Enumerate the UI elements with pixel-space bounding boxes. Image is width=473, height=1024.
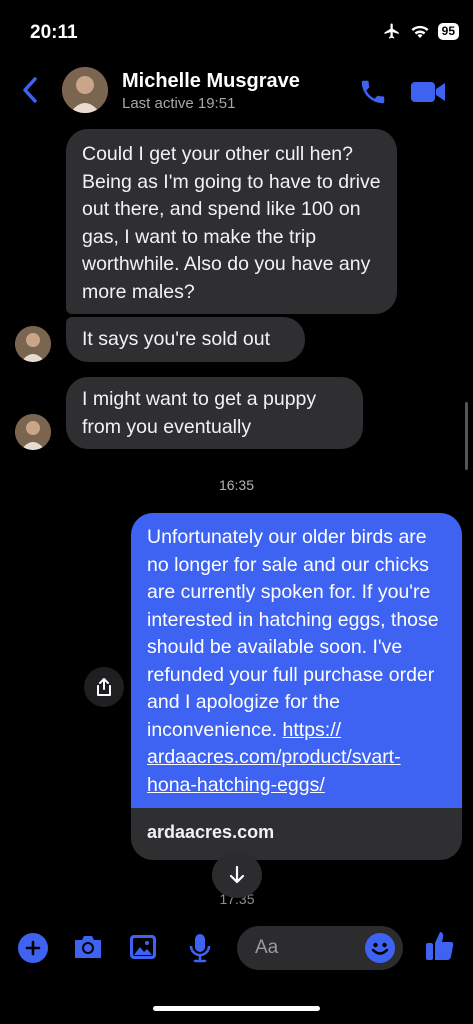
incoming-message[interactable]: I might want to get a puppy from you eve… [66, 377, 363, 449]
phone-call-icon[interactable] [358, 77, 388, 107]
scrollbar[interactable] [465, 402, 468, 470]
more-actions-button[interactable] [18, 933, 48, 963]
emoji-icon [371, 942, 389, 955]
camera-icon[interactable] [72, 932, 104, 962]
back-chevron-icon[interactable] [20, 74, 40, 106]
battery-indicator: 95 [437, 22, 459, 40]
sender-avatar [15, 414, 51, 450]
link-preview-card[interactable]: ardaacres.com [131, 808, 462, 860]
message-input-placeholder: Aa [255, 937, 279, 958]
thumbs-up-icon[interactable] [424, 929, 456, 963]
arrow-down-icon [229, 865, 245, 884]
link-preview-domain: ardaacres.com [147, 822, 275, 842]
wifi-icon [411, 25, 429, 39]
status-icons: 95 [382, 22, 459, 40]
incoming-message[interactable]: Could I get your other cull hen? Being a… [66, 129, 397, 314]
last-active-status: Last active 19:51 [122, 95, 236, 112]
status-time: 20:11 [30, 22, 78, 43]
contact-avatar[interactable] [62, 67, 108, 113]
microphone-icon[interactable] [187, 932, 213, 964]
share-icon [97, 678, 111, 696]
emoji-button[interactable] [365, 933, 395, 963]
sender-avatar [15, 326, 51, 362]
incoming-message[interactable]: It says you're sold out [66, 317, 305, 362]
contact-name[interactable]: Michelle Musgrave [122, 70, 300, 93]
home-indicator [153, 1006, 320, 1011]
outgoing-message-text: Unfortunately our older birds are no lon… [147, 526, 439, 741]
video-call-icon[interactable] [410, 80, 446, 104]
timestamp-separator: 16:35 [218, 477, 255, 493]
scroll-to-bottom-button[interactable] [212, 852, 262, 898]
share-button[interactable] [84, 667, 124, 707]
outgoing-message[interactable]: Unfortunately our older birds are no lon… [131, 513, 462, 808]
plus-icon [25, 940, 41, 956]
airplane-icon [384, 23, 399, 39]
gallery-icon[interactable] [128, 932, 158, 962]
